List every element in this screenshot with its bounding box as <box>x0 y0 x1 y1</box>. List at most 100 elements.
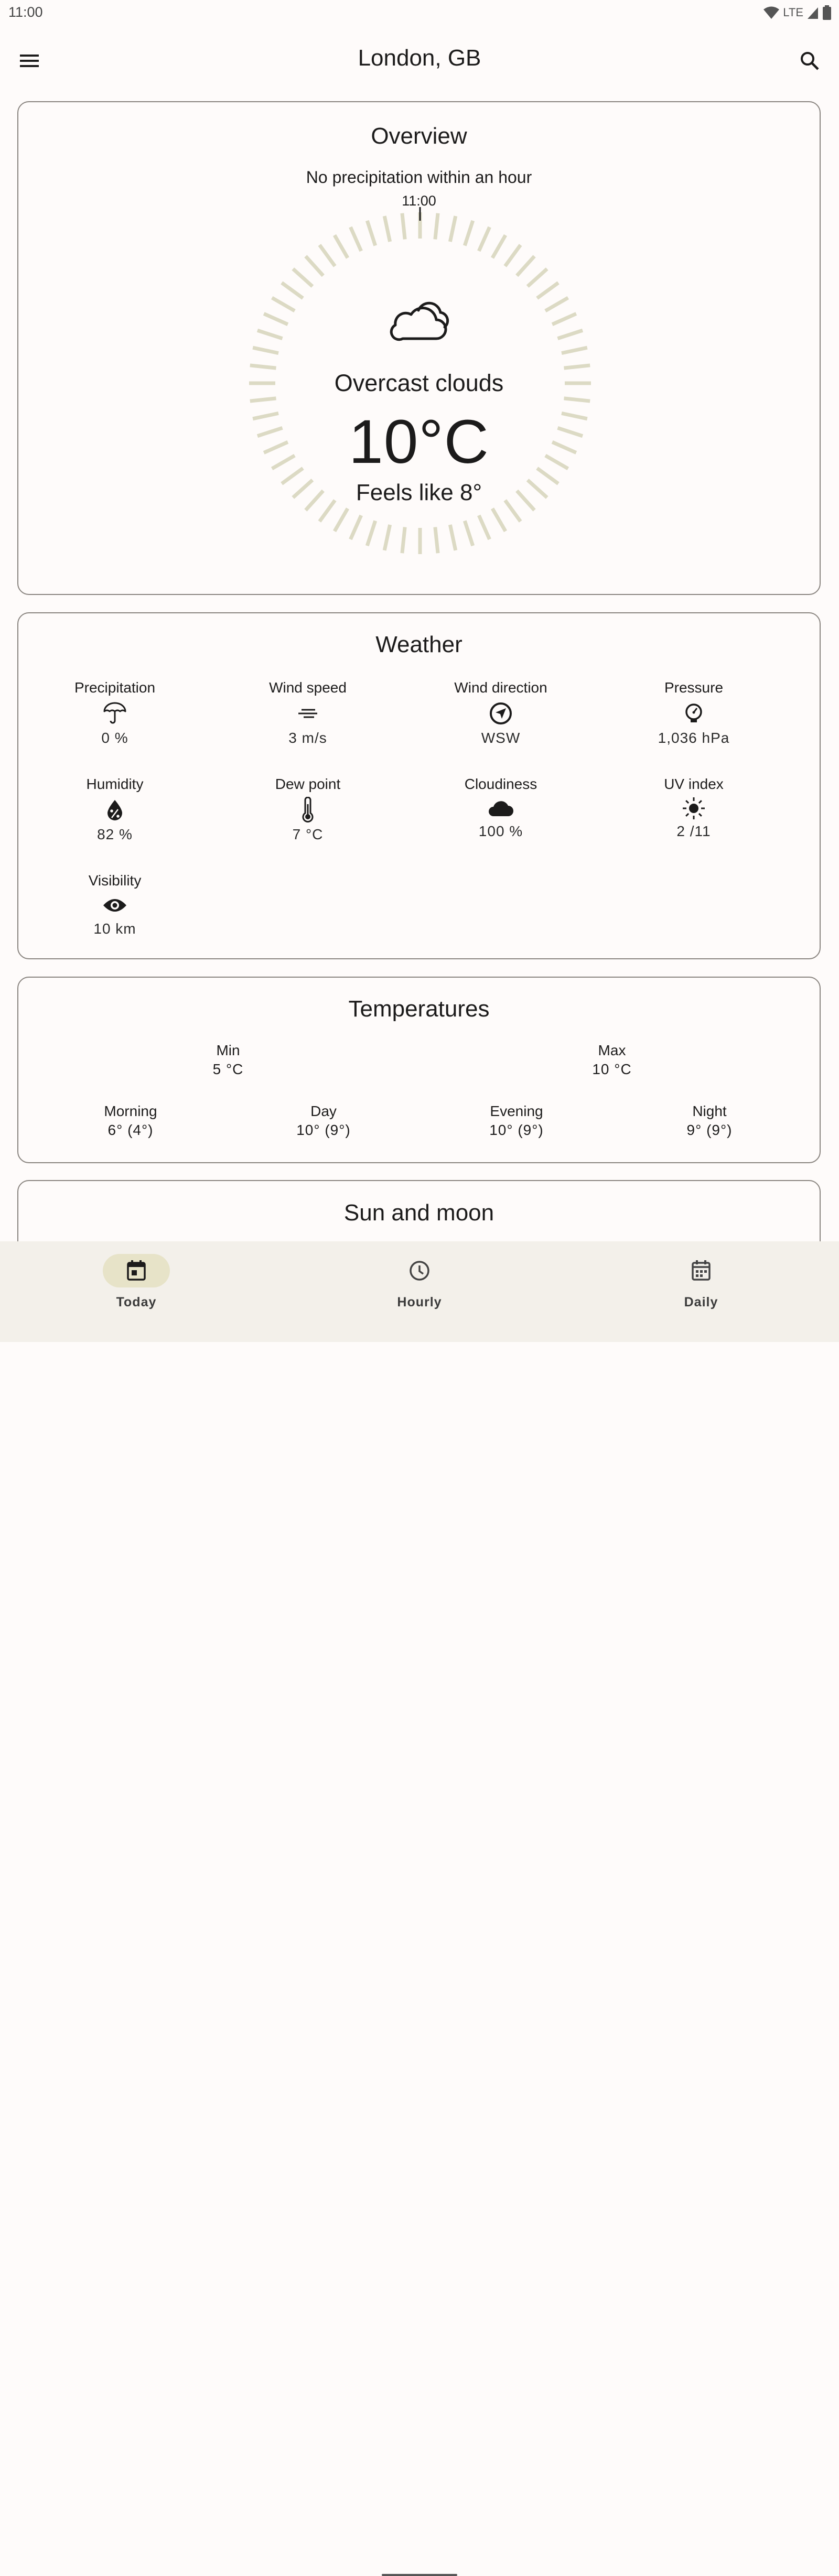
sun-ray <box>685 813 690 817</box>
temperatures-title: Temperatures <box>348 996 490 1022</box>
dial-tick <box>365 520 378 547</box>
nav-label: Hourly <box>397 1295 442 1309</box>
dial-tick <box>382 524 392 551</box>
temp-morning: Morning 6° (4°) <box>18 1101 243 1139</box>
dial-tick <box>256 328 283 341</box>
dial-tick <box>433 213 440 240</box>
metric-precipitation: Precipitation 0 % <box>18 678 211 746</box>
weather-title: Weather <box>375 632 462 657</box>
temp-label: Morning <box>104 1103 157 1119</box>
status-time: 11:00 <box>8 4 43 20</box>
nav-hourly[interactable]: Hourly <box>351 1254 488 1310</box>
temp-value: 10° (9°) <box>489 1122 544 1138</box>
temp-day: Day 10° (9°) <box>211 1101 436 1139</box>
metric-label: UV index <box>664 776 724 792</box>
temp-value: 9° (9°) <box>686 1122 733 1138</box>
temp-max: Max 10 °C <box>402 1040 822 1078</box>
dial-tick <box>292 267 314 288</box>
sun-ray <box>698 800 702 804</box>
cloud-filled-icon <box>489 801 513 816</box>
status-bar: 11:00 LTE <box>0 0 839 26</box>
dial-tick <box>263 312 289 326</box>
thermometer-icon <box>302 797 314 822</box>
precipitation-summary: No precipitation within an hour <box>306 168 532 187</box>
overview-title: Overview <box>371 123 467 149</box>
metric-cloudiness: Cloudiness 100 % <box>404 775 597 840</box>
sun-moon-title: Sun and moon <box>343 1200 494 1226</box>
bottom-navigation: Today Hourly Daily <box>0 1241 839 2576</box>
sun-ray <box>685 800 690 804</box>
dial-tick <box>515 255 536 277</box>
nav-daily-indicator <box>668 1254 735 1287</box>
nav-today[interactable]: Today <box>68 1254 205 1310</box>
metric-visibility: Visibility 10 km <box>18 871 211 937</box>
humidity-icon <box>107 800 122 820</box>
dial-tick <box>462 220 475 246</box>
dial-tick <box>557 328 584 341</box>
nav-daily[interactable]: Daily <box>633 1254 769 1310</box>
metric-value: 10 km <box>93 921 136 937</box>
battery-icon <box>823 5 831 20</box>
dial-tick <box>332 507 350 533</box>
dial-tick <box>332 234 350 259</box>
metric-value: 2 /11 <box>676 823 711 839</box>
status-icons: LTE <box>763 5 832 20</box>
nav-hourly-indicator <box>386 1254 453 1287</box>
dial-tick <box>490 234 508 259</box>
temp-evening: Evening 10° (9°) <box>404 1101 629 1139</box>
metric-value: 100 % <box>478 823 523 839</box>
dial-tick <box>477 514 491 540</box>
dial-tick <box>250 396 276 403</box>
calendar-icon <box>692 1260 711 1281</box>
temp-label: Evening <box>490 1103 543 1119</box>
dial-tick <box>536 281 560 300</box>
metric-value: 0 % <box>101 730 128 746</box>
cloud-icon <box>390 301 449 341</box>
dial-tick <box>318 244 337 267</box>
temp-label: Max <box>598 1042 626 1058</box>
dial-tick <box>304 255 325 277</box>
dial-tick <box>526 267 548 288</box>
dial-tick <box>448 215 458 242</box>
temp-value: 6° (4°) <box>107 1122 154 1138</box>
metric-value: WSW <box>481 730 521 746</box>
temperatures-card: Temperatures Min 5 °C Max 10 °C Morning … <box>17 977 821 1163</box>
dial-tick <box>477 226 491 252</box>
temp-value: 5 °C <box>212 1061 244 1077</box>
dial-tick <box>564 396 590 403</box>
metric-label: Wind speed <box>269 679 347 696</box>
search-button[interactable] <box>795 46 824 75</box>
dial-tick <box>252 345 279 355</box>
metric-value: 7 °C <box>292 826 324 842</box>
dial-tick <box>250 363 276 370</box>
nav-label: Today <box>116 1295 157 1309</box>
temp-value: 10° (9°) <box>296 1122 351 1138</box>
dial-tick <box>281 281 304 300</box>
weather-card: Weather Precipitation 0 % Wind speed 3 m… <box>17 612 821 959</box>
wind-icon <box>298 709 317 718</box>
gesture-bar <box>382 2574 457 2576</box>
dial-tick <box>433 527 440 554</box>
metric-wind-direction: Wind direction WSW <box>404 678 597 746</box>
sun-ray <box>698 813 702 817</box>
signal-icon <box>808 7 818 19</box>
umbrella-icon <box>103 702 126 724</box>
overview-card: Overview No precipitation within an hour… <box>17 101 821 595</box>
location-title: London, GB <box>358 45 481 71</box>
dial-tick <box>365 220 378 246</box>
metric-label: Cloudiness <box>464 776 537 792</box>
metric-label: Precipitation <box>74 679 156 696</box>
dial-tick <box>503 244 522 267</box>
gauge-icon <box>685 703 702 722</box>
temp-value: 10 °C <box>592 1061 632 1077</box>
metric-dew-point: Dew point 7 °C <box>211 775 404 843</box>
metric-value: 3 m/s <box>288 730 327 746</box>
feels-like: Feels like 8° <box>356 480 482 505</box>
condition-text: Overcast clouds <box>334 370 504 396</box>
dial-tick <box>564 363 590 370</box>
temp-min: Min 5 °C <box>18 1040 438 1078</box>
metric-label: Visibility <box>88 872 142 889</box>
dial-tick <box>462 520 475 547</box>
temp-night: Night 9° (9°) <box>597 1101 822 1139</box>
metric-humidity: Humidity 82 % <box>18 775 211 843</box>
